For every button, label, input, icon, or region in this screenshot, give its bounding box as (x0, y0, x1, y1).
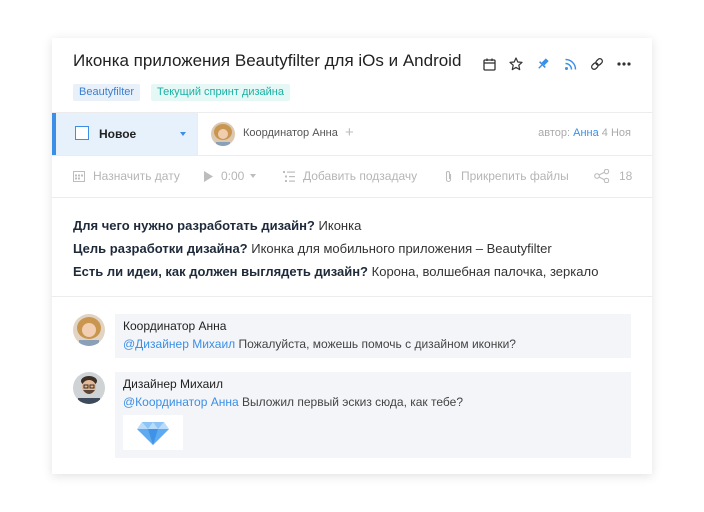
add-subtask-button[interactable]: Добавить подзадачу (283, 169, 417, 183)
comment: Дизайнер Михаил @Координатор Анна Выложи… (115, 372, 631, 458)
description-line: Цель разработки дизайна? Иконка для моби… (73, 237, 598, 260)
task-meta: автор: Анна 4 Ноя (538, 127, 631, 139)
description-question: Есть ли идеи, как должен выглядеть дизай… (73, 264, 369, 279)
status-dropdown[interactable]: Новое (52, 113, 197, 155)
task-description[interactable]: Для чего нужно разработать дизайн? Иконк… (73, 214, 598, 283)
task-header: Иконка приложения Beautyfilter для iOs и… (52, 38, 652, 112)
add-subtask-label: Добавить подзадачу (303, 169, 418, 183)
chevron-down-icon (250, 174, 257, 178)
comment-body: Выложил первый эскиз сюда, как тебе? (241, 395, 463, 409)
created-date: 4 Ноя (601, 127, 631, 139)
mention-link[interactable]: @Дизайнер Михаил (123, 337, 235, 351)
description-question: Цель разработки дизайна? (73, 241, 248, 256)
calendar-icon[interactable] (480, 55, 498, 73)
diamond-icon (137, 421, 169, 445)
description-answer: Иконка (318, 218, 362, 233)
subtask-icon (283, 170, 295, 182)
time-tracker-button[interactable]: 0:00 (204, 169, 257, 183)
divider (197, 113, 198, 155)
comment: Координатор Анна @Дизайнер Михаил Пожалу… (115, 314, 631, 358)
description-line: Есть ли идеи, как должен выглядеть дизай… (73, 260, 598, 283)
rss-icon[interactable] (561, 55, 579, 73)
comment-body: Пожалуйста, можешь помочь с дизайном ико… (238, 337, 516, 351)
attach-files-button[interactable]: Прикрепить файлы (444, 169, 569, 183)
author-link[interactable]: Анна (573, 127, 599, 139)
description-answer: Корона, волшебная палочка, зеркало (371, 264, 599, 279)
assignee-name[interactable]: Координатор Анна (243, 127, 338, 139)
divider (52, 197, 652, 198)
divider (52, 296, 652, 297)
star-icon[interactable] (507, 55, 525, 73)
tag-beautyfilter[interactable]: Beautyfilter (73, 84, 141, 101)
comment-text: @Дизайнер Михаил Пожалуйста, можешь помо… (123, 337, 516, 351)
comment-avatar-anna[interactable] (73, 314, 105, 346)
author-prefix: автор: (538, 127, 571, 139)
action-bar: Назначить дату 0:00 Добавить подзадачу П… (52, 156, 652, 196)
time-value: 0:00 (221, 169, 245, 183)
task-title[interactable]: Иконка приложения Beautyfilter для iOs и… (73, 51, 461, 71)
chevron-down-icon (180, 132, 186, 136)
set-date-label: Назначить дату (93, 169, 180, 183)
comment-author[interactable]: Координатор Анна (123, 319, 226, 333)
status-label: Новое (99, 127, 137, 141)
more-icon[interactable] (615, 55, 633, 73)
attach-files-label: Прикрепить файлы (461, 169, 569, 183)
status-checkbox[interactable] (75, 126, 89, 140)
assignee-avatar[interactable] (211, 122, 235, 146)
related-count: 18 (619, 169, 633, 183)
calendar-icon (73, 171, 85, 182)
description-answer: Иконка для мобильного приложения – Beaut… (251, 241, 552, 256)
related-tasks-button[interactable]: 18 (594, 169, 632, 183)
link-icon[interactable] (588, 55, 606, 73)
comment-author[interactable]: Дизайнер Михаил (123, 377, 223, 391)
paperclip-icon (445, 170, 452, 182)
description-question: Для чего нужно разработать дизайн? (73, 218, 315, 233)
share-network-icon (594, 169, 610, 183)
task-card: Иконка приложения Beautyfilter для iOs и… (52, 38, 652, 474)
pin-icon[interactable] (534, 55, 552, 73)
attachment-thumbnail[interactable] (123, 415, 183, 450)
comment-avatar-mikhail[interactable] (73, 372, 105, 404)
play-icon (204, 170, 213, 182)
set-date-button[interactable]: Назначить дату (73, 169, 180, 183)
mention-link[interactable]: @Координатор Анна (123, 395, 239, 409)
add-assignee-icon[interactable]: + (345, 124, 354, 141)
tag-design-sprint[interactable]: Текущий спринт дизайна (151, 84, 290, 101)
description-line: Для чего нужно разработать дизайн? Иконк… (73, 214, 598, 237)
comment-text: @Координатор Анна Выложил первый эскиз с… (123, 395, 463, 409)
